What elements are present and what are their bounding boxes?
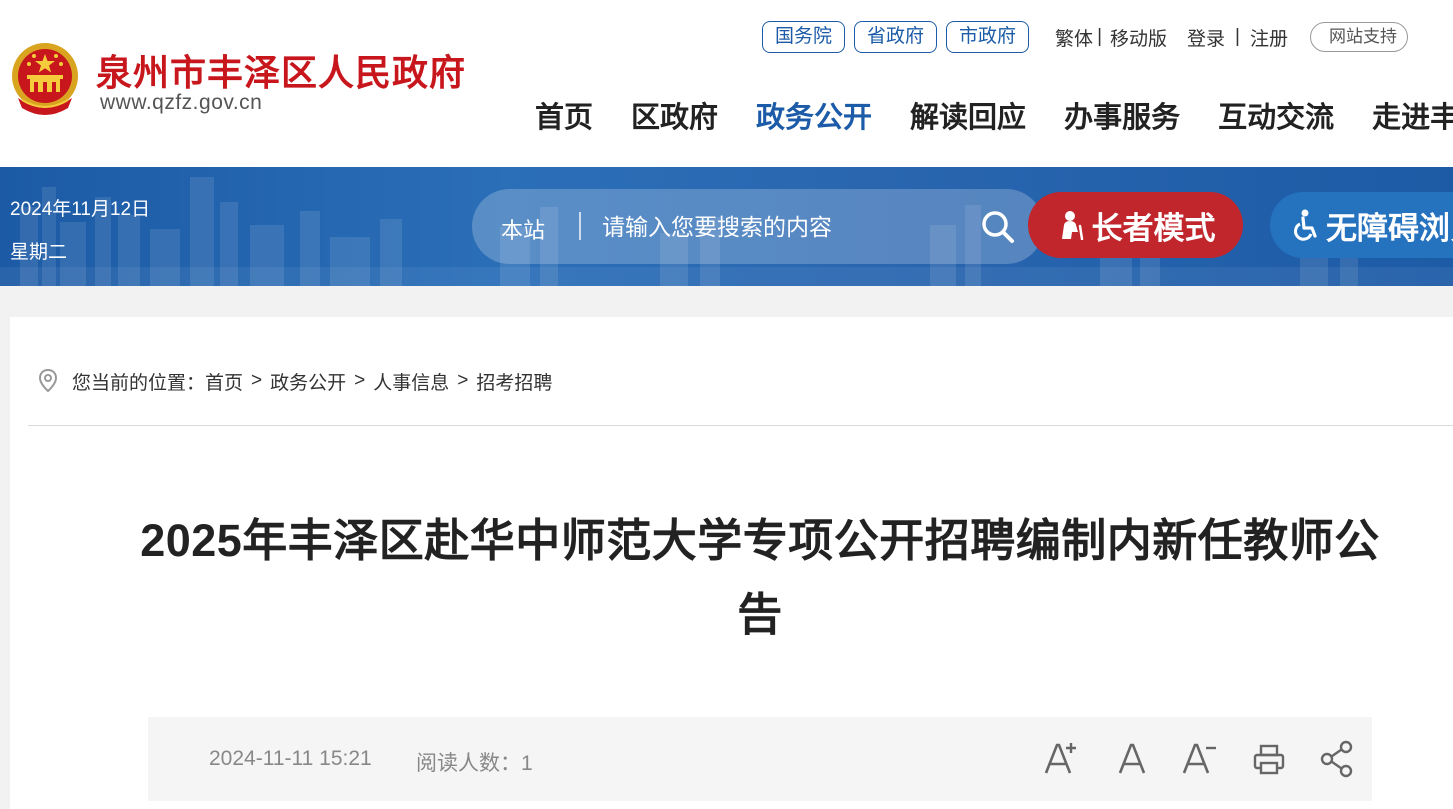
share-icon[interactable] [1319,739,1355,779]
current-date: 2024年11月12日 [10,199,151,220]
print-icon[interactable] [1252,739,1286,779]
breadcrumb: 您当前的位置： 首页 > 政务公开 > 人事信息 > 招考招聘 [38,368,552,394]
breadcrumb-gov-affairs[interactable]: 政务公开 [270,368,346,395]
site-title[interactable]: 泉州市丰泽区人民政府 [96,44,466,96]
location-pin-icon [38,369,58,393]
font-increase-icon[interactable] [1044,739,1080,779]
login-link[interactable]: 登录 [1187,24,1225,51]
top-links-bar: 国务院 省政府 市政府 繁体 | 移动版 登录 | 注册 网站支持 [762,20,1408,54]
breadcrumb-separator: > [354,370,366,391]
breadcrumb-separator: > [251,370,263,391]
wheelchair-icon [1294,209,1317,241]
nav-interaction[interactable]: 互动交流 [1218,96,1334,140]
city-gov-link[interactable]: 市政府 [946,21,1030,53]
read-count-label: 阅读人数： [416,752,521,775]
nav-home[interactable]: 首页 [535,96,593,140]
accessibility-button[interactable]: 无障碍浏览 [1270,192,1453,258]
breadcrumb-separator: > [457,370,469,391]
breadcrumb-personnel[interactable]: 人事信息 [373,368,449,395]
search-box: 本站 [472,189,1044,264]
nav-about[interactable]: 走进丰泽 [1372,96,1453,140]
search-divider [579,212,581,240]
breadcrumb-recruitment[interactable]: 招考招聘 [476,368,552,395]
nav-services[interactable]: 办事服务 [1064,96,1180,140]
breadcrumb-home[interactable]: 首页 [205,368,243,395]
register-link[interactable]: 注册 [1250,24,1288,51]
search-scope-selector[interactable]: 本站 [501,213,545,245]
breadcrumb-divider [28,425,1453,426]
publish-date: 2024-11-11 15:21 [209,747,372,770]
traditional-chinese-link[interactable]: 繁体 [1055,24,1093,51]
font-normal-icon[interactable] [1118,739,1146,779]
read-count: 阅读人数：1 [416,747,533,777]
accessibility-label: 无障碍浏览 [1326,210,1453,246]
nav-district-gov[interactable]: 区政府 [631,96,718,140]
site-support-badge[interactable]: 网站支持 [1309,22,1408,52]
national-emblem-icon[interactable] [10,42,80,118]
elder-mode-label: 长者模式 [1091,210,1216,246]
nav-gov-affairs[interactable]: 政务公开 [756,96,872,140]
separator: | [1097,26,1102,47]
nav-interpretation[interactable]: 解读回应 [910,96,1026,140]
site-header: 泉州市丰泽区人民政府 www.qzfz.gov.cn 国务院 省政府 市政府 繁… [0,0,1453,167]
site-url: www.qzfz.gov.cn [100,91,263,114]
provincial-gov-link[interactable]: 省政府 [854,21,938,53]
article-title: 2025年丰泽区赴华中师范大学专项公开招聘编制内新任教师公告 [140,515,1380,640]
current-weekday: 星期二 [10,242,68,263]
article-meta-bar: 2024-11-11 15:21 阅读人数：1 [148,717,1372,801]
mobile-version-link[interactable]: 移动版 [1110,24,1167,51]
read-count-value: 1 [521,752,533,775]
elder-person-icon [1061,211,1083,240]
separator: | [1235,26,1240,47]
main-nav: 首页 区政府 政务公开 解读回应 办事服务 互动交流 走进丰泽 [535,96,1453,140]
elder-mode-button[interactable]: 长者模式 [1028,192,1243,258]
breadcrumb-prefix: 您当前的位置： [72,372,206,394]
font-decrease-icon[interactable] [1182,739,1218,779]
search-icon[interactable] [980,209,1016,245]
state-council-link[interactable]: 国务院 [762,21,846,53]
search-input[interactable] [602,207,962,247]
